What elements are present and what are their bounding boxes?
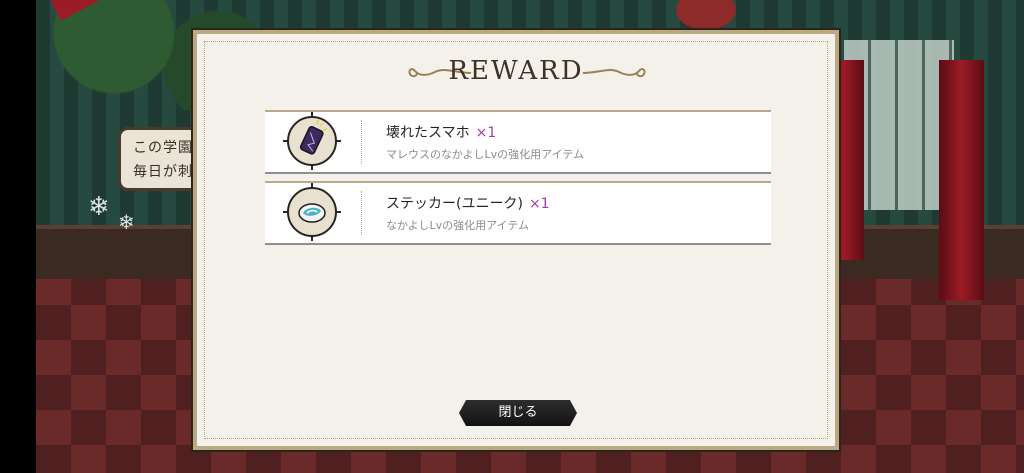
reward-description: マレウスのなかよしLvの強化用アイテム	[386, 148, 584, 161]
ornament	[676, 0, 736, 30]
sticker-icon	[283, 183, 341, 241]
row-divider	[361, 191, 362, 235]
curtain	[939, 60, 984, 300]
snowflake-icon: ❄	[88, 192, 110, 222]
reward-dialog: REWARD 壊れたスマホ ×1 マレウスのなかよしLvの強化用アイテム ステッ…	[193, 30, 839, 450]
reward-quantity: ×1	[528, 196, 550, 212]
flourish-right-icon	[582, 68, 646, 78]
broken-smartphone-icon	[283, 112, 341, 170]
dialog-title: REWARD	[448, 56, 584, 86]
reward-name: 壊れたスマホ ×1	[386, 125, 497, 141]
close-button[interactable]: 閉じる	[459, 400, 577, 426]
reward-description: なかよしLvの強化用アイテム	[386, 219, 529, 232]
row-divider	[361, 120, 362, 164]
snowflake-icon: ❄	[118, 210, 135, 234]
reward-row[interactable]: ステッカー(ユニーク) ×1 なかよしLvの強化用アイテム	[265, 181, 771, 245]
reward-quantity: ×1	[475, 125, 497, 141]
reward-name: ステッカー(ユニーク) ×1	[386, 196, 550, 212]
reward-row[interactable]: 壊れたスマホ ×1 マレウスのなかよしLvの強化用アイテム	[265, 110, 771, 174]
